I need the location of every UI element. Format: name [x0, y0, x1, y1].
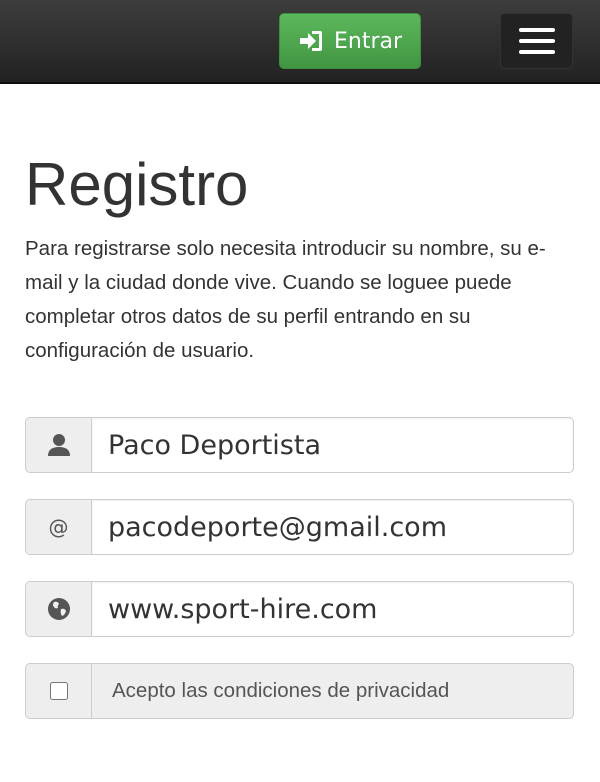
name-addon: [25, 417, 91, 473]
menu-toggle-button[interactable]: [500, 13, 573, 69]
website-field[interactable]: [91, 581, 574, 637]
privacy-label: Acepto las condiciones de privacidad: [91, 663, 574, 719]
name-field[interactable]: [91, 417, 574, 473]
login-label: Entrar: [333, 28, 403, 54]
user-icon: [47, 434, 70, 456]
intro-text: Para registrarse solo necesita introduci…: [25, 237, 546, 362]
sign-in-icon: [299, 31, 322, 51]
email-input-group: @: [25, 499, 574, 555]
hamburger-menu-icon-bar: [518, 28, 555, 32]
hamburger-menu-icon-bar: [518, 39, 555, 43]
page-title: Registro: [25, 151, 249, 218]
email-field[interactable]: [91, 499, 574, 555]
hamburger-menu-icon-bar: [518, 50, 555, 54]
login-button[interactable]: Entrar: [279, 13, 421, 69]
email-addon: @: [25, 499, 91, 555]
name-input-group: [25, 417, 574, 473]
globe-icon: [47, 598, 70, 620]
website-addon: [25, 581, 91, 637]
privacy-checkbox[interactable]: [49, 682, 68, 700]
privacy-input-group: Acepto las condiciones de privacidad: [25, 663, 574, 719]
privacy-addon: [25, 663, 91, 719]
website-input-group: [25, 581, 574, 637]
at-icon: @: [48, 515, 69, 539]
navbar: Entrar: [0, 0, 600, 84]
